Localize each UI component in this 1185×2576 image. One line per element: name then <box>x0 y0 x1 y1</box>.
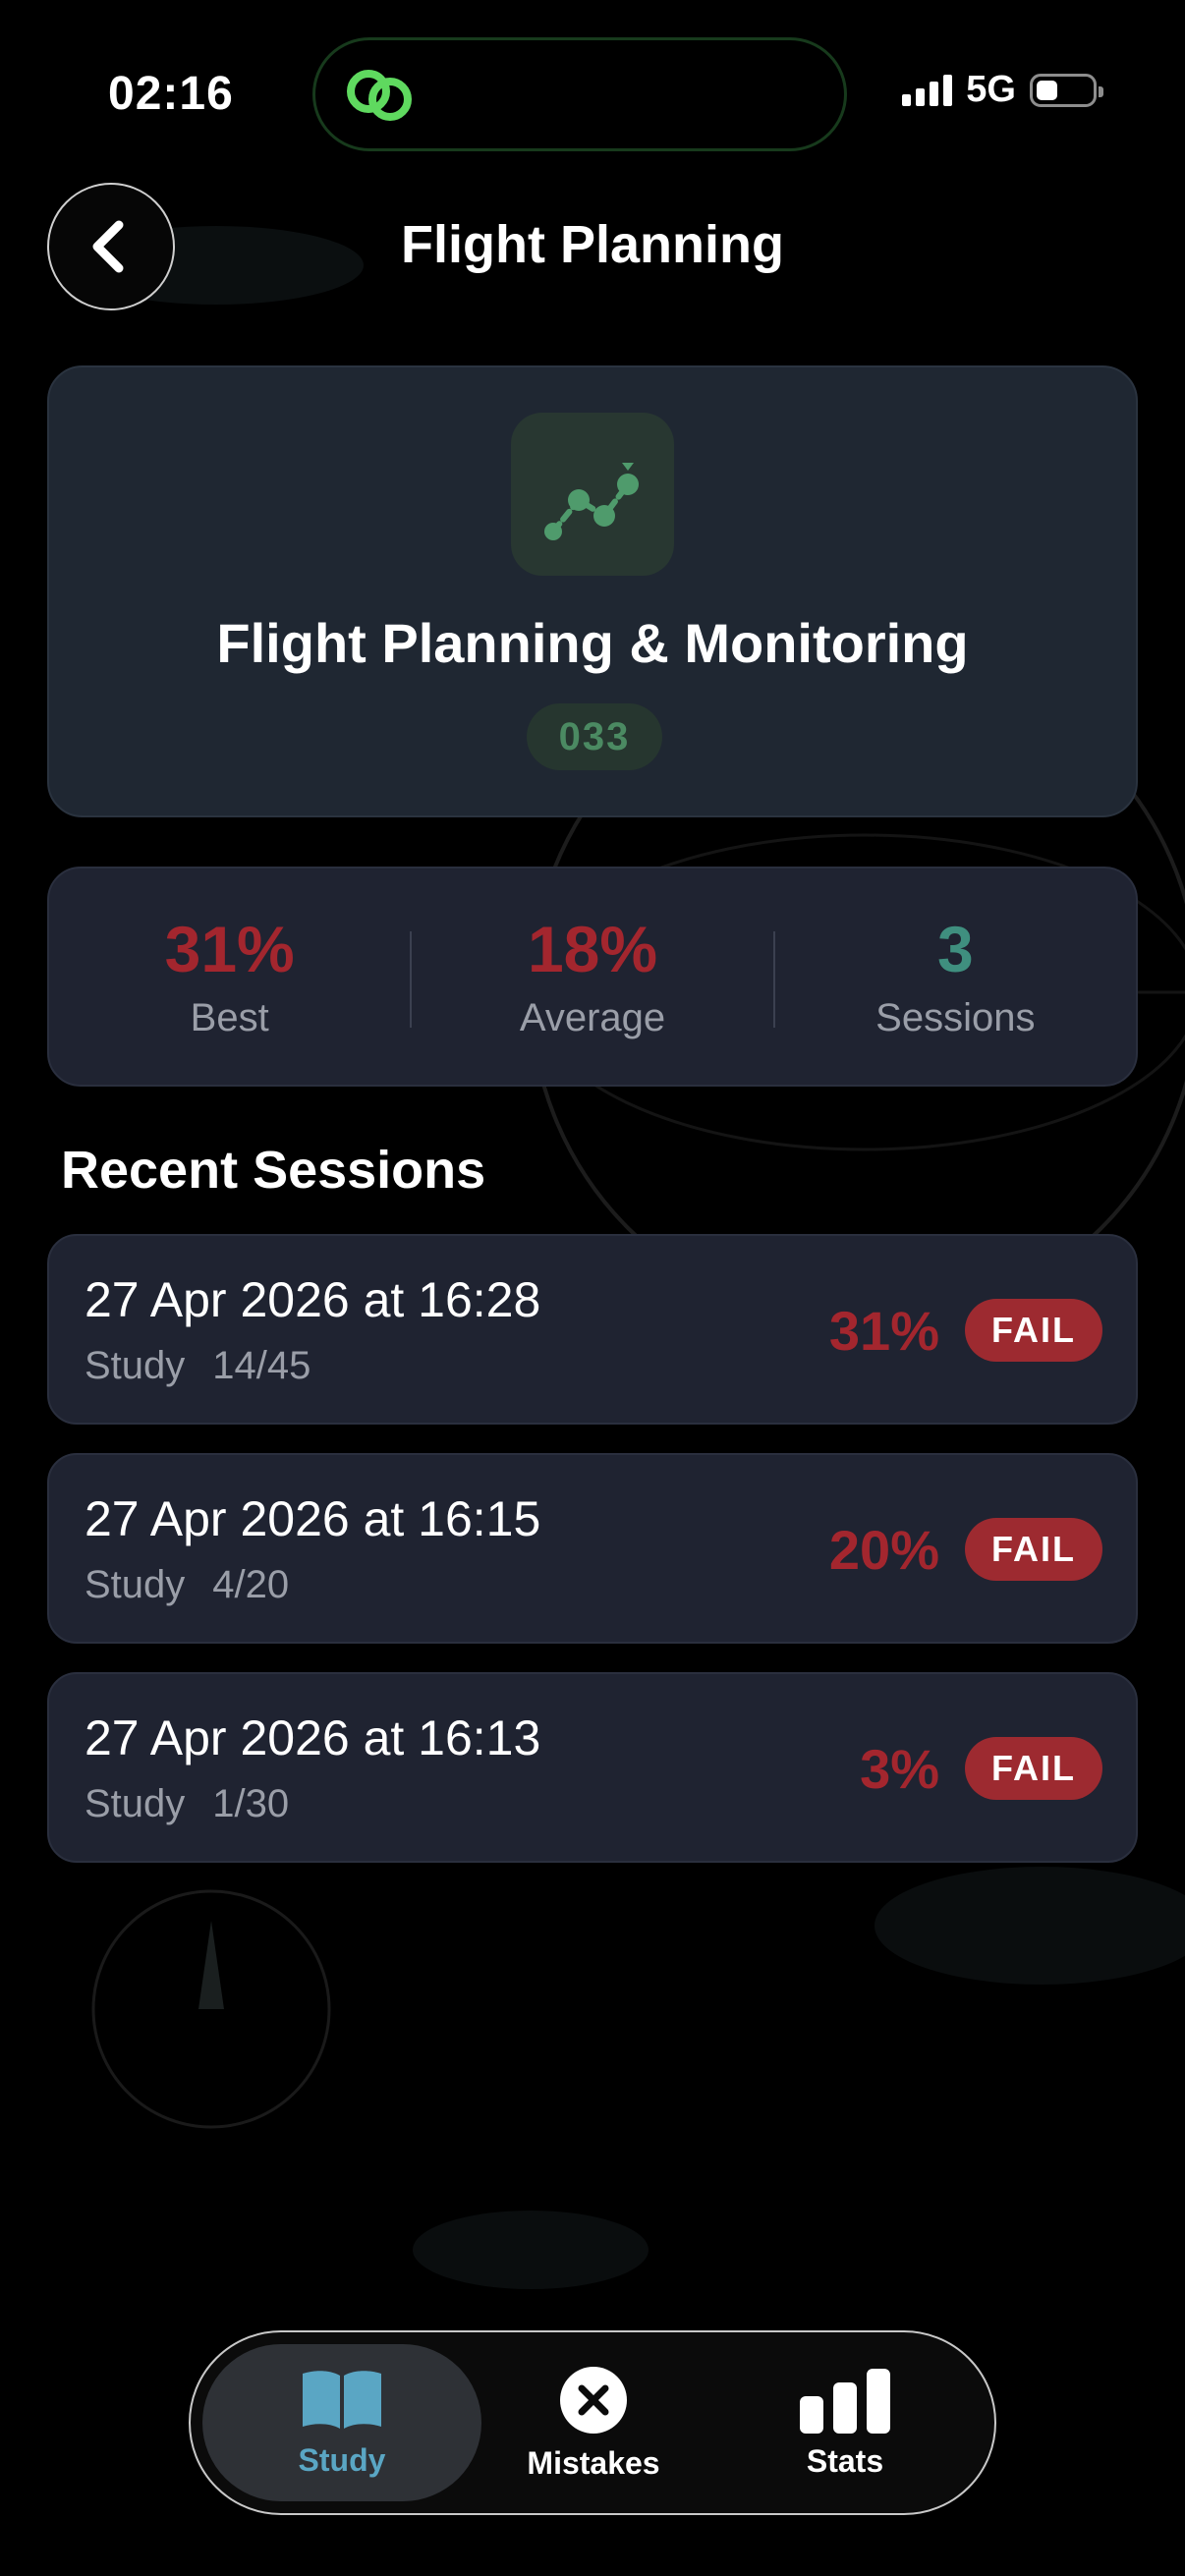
stat-label: Best <box>190 996 269 1039</box>
tab-label: Study <box>298 2441 386 2478</box>
fail-badge: FAIL <box>965 1737 1102 1800</box>
stat-average: 18% Average <box>412 868 772 1085</box>
stat-label: Average <box>519 996 666 1039</box>
signal-icon <box>902 74 953 106</box>
battery-icon <box>1030 73 1103 107</box>
session-date: 27 Apr 2026 at 16:28 <box>85 1272 541 1327</box>
session-mode: Study <box>85 1344 186 1387</box>
bar-chart-icon <box>800 2368 890 2434</box>
status-indicators: 5G <box>902 69 1103 111</box>
fail-badge: FAIL <box>965 1518 1102 1581</box>
page-title: Flight Planning <box>401 215 784 274</box>
session-details: Study 1/30 <box>85 1782 289 1826</box>
stat-value: 3 <box>936 913 974 985</box>
topic-card: Flight Planning & Monitoring 033 <box>47 365 1138 817</box>
session-date: 27 Apr 2026 at 16:13 <box>85 1710 541 1765</box>
flight-path-icon <box>544 463 639 540</box>
book-icon <box>303 2370 381 2429</box>
session-count: 1/30 <box>212 1782 290 1825</box>
network-label: 5G <box>966 69 1016 110</box>
session-item[interactable]: 27 Apr 2026 at 16:15 Study 4/20 20% FAIL <box>47 1453 1138 1644</box>
session-count: 14/45 <box>212 1344 311 1387</box>
topic-title: Flight Planning & Monitoring <box>216 612 969 674</box>
tab-stats[interactable]: Stats <box>705 2344 985 2501</box>
tab-mistakes[interactable]: Mistakes <box>454 2344 733 2501</box>
dynamic-island <box>312 37 847 151</box>
session-score: 20% <box>828 1519 939 1581</box>
session-date: 27 Apr 2026 at 16:15 <box>85 1491 541 1546</box>
stat-sessions: 3 Sessions <box>775 868 1136 1085</box>
link-icon <box>347 70 412 121</box>
session-score: 31% <box>828 1300 939 1362</box>
session-details: Study 4/20 <box>85 1563 289 1607</box>
tab-label: Stats <box>806 2442 884 2479</box>
stat-label: Sessions <box>875 996 1036 1039</box>
x-circle-icon <box>560 2366 627 2434</box>
status-time: 02:16 <box>108 68 234 120</box>
topic-icon-tile <box>511 413 674 576</box>
section-title: Recent Sessions <box>61 1141 486 1200</box>
fail-badge: FAIL <box>965 1299 1102 1362</box>
topic-code-badge: 033 <box>527 703 662 770</box>
session-item[interactable]: 27 Apr 2026 at 16:13 Study 1/30 3% FAIL <box>47 1672 1138 1863</box>
stat-best: 31% Best <box>49 868 410 1085</box>
session-mode: Study <box>85 1563 186 1606</box>
session-details: Study 14/45 <box>85 1344 310 1388</box>
stat-value: 31% <box>164 913 295 985</box>
session-item[interactable]: 27 Apr 2026 at 16:28 Study 14/45 31% FAIL <box>47 1234 1138 1425</box>
session-score: 3% <box>860 1738 939 1800</box>
tab-label: Mistakes <box>527 2444 660 2481</box>
session-mode: Study <box>85 1782 186 1825</box>
tab-study[interactable]: Study <box>202 2344 481 2501</box>
session-count: 4/20 <box>212 1563 290 1606</box>
stat-value: 18% <box>527 913 658 985</box>
tab-bar: Study Mistakes Stats <box>189 2330 996 2515</box>
stats-card: 31% Best 18% Average 3 Sessions <box>47 867 1138 1087</box>
